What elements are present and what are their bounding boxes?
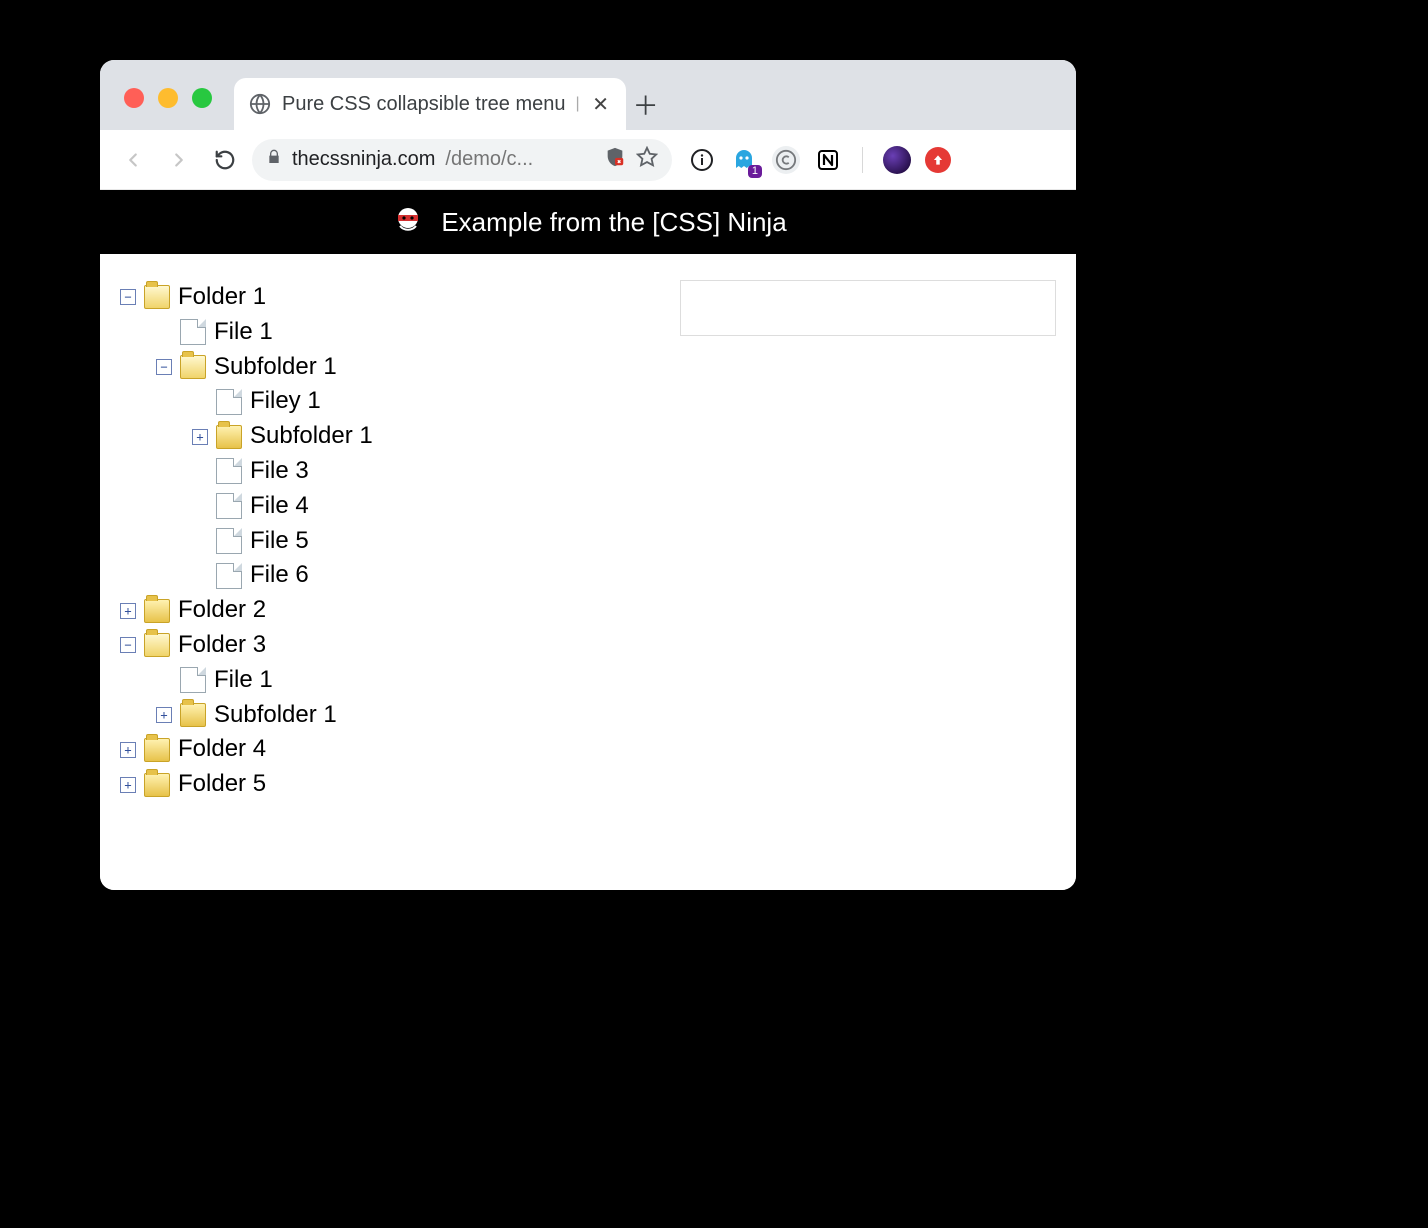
folder-icon xyxy=(144,633,170,657)
tree-folder[interactable]: + Subfolder 1 xyxy=(192,419,373,454)
lock-icon xyxy=(266,149,282,170)
tab-strip: Pure CSS collapsible tree menu | ✕ ＋ xyxy=(100,60,1076,130)
expand-icon[interactable]: + xyxy=(120,603,136,619)
folder-icon xyxy=(180,703,206,727)
folder-icon xyxy=(144,285,170,309)
browser-toolbar: thecssninja.com/demo/c... xyxy=(100,130,1076,190)
tab-divider: | xyxy=(575,95,579,113)
tab-title: Pure CSS collapsible tree menu xyxy=(282,93,565,116)
page-header: Example from the [CSS] Ninja xyxy=(100,190,1076,254)
tree-item-label: File 5 xyxy=(250,524,309,559)
file-icon xyxy=(216,458,242,484)
tree-file[interactable]: File 5 xyxy=(192,524,373,559)
tree-folder[interactable]: + Folder 5 xyxy=(120,767,373,802)
collapse-icon[interactable]: − xyxy=(120,289,136,305)
sidebar-box xyxy=(680,280,1056,336)
globe-icon xyxy=(248,92,272,116)
copyright-extension-icon[interactable] xyxy=(772,146,800,174)
expand-icon[interactable]: + xyxy=(192,429,208,445)
tree-item-label: Folder 2 xyxy=(178,593,266,628)
profile-avatar[interactable] xyxy=(883,146,911,174)
tree-folder[interactable]: + Subfolder 1 xyxy=(156,698,373,733)
tree-item-label: Folder 3 xyxy=(178,628,266,663)
tree-view: −Folder 1File 1−Subfolder 1Filey 1+Subfo… xyxy=(120,280,373,802)
tree-item-label: Folder 4 xyxy=(178,732,266,767)
file-icon xyxy=(216,493,242,519)
page-header-text: Example from the [CSS] Ninja xyxy=(441,207,786,238)
info-icon[interactable] xyxy=(688,146,716,174)
tree-file[interactable]: File 3 xyxy=(192,454,373,489)
tree-item-label: File 6 xyxy=(250,558,309,593)
file-icon xyxy=(180,667,206,693)
toolbar-separator xyxy=(862,147,863,173)
tree-folder[interactable]: − Folder 3 xyxy=(120,628,373,663)
url-host: thecssninja.com xyxy=(292,148,435,171)
tree-item-label: Filey 1 xyxy=(250,384,321,419)
tree-folder[interactable]: − Subfolder 1 xyxy=(156,350,373,385)
browser-tab[interactable]: Pure CSS collapsible tree menu | ✕ xyxy=(234,78,626,130)
maximize-window-button[interactable] xyxy=(192,88,212,108)
collapse-icon[interactable]: − xyxy=(156,359,172,375)
close-tab-button[interactable]: ✕ xyxy=(590,92,612,117)
page-content: −Folder 1File 1−Subfolder 1Filey 1+Subfo… xyxy=(100,254,1076,890)
expand-icon[interactable]: + xyxy=(156,707,172,723)
expand-icon[interactable]: + xyxy=(120,777,136,793)
ninja-icon xyxy=(389,203,427,241)
file-icon xyxy=(180,319,206,345)
extension-icons xyxy=(680,146,951,174)
tree-file[interactable]: File 4 xyxy=(192,489,373,524)
minimize-window-button[interactable] xyxy=(158,88,178,108)
back-button[interactable] xyxy=(114,141,152,179)
address-bar[interactable]: thecssninja.com/demo/c... xyxy=(252,139,672,181)
window-controls xyxy=(114,88,234,130)
close-window-button[interactable] xyxy=(124,88,144,108)
forward-button[interactable] xyxy=(160,141,198,179)
tree-item-label: Folder 5 xyxy=(178,767,266,802)
ghost-extension-icon[interactable] xyxy=(730,146,758,174)
notion-extension-icon[interactable] xyxy=(814,146,842,174)
new-tab-button[interactable]: ＋ xyxy=(626,78,666,130)
url-path: /demo/c... xyxy=(445,148,533,171)
tree-file[interactable]: Filey 1 xyxy=(192,384,373,419)
tree-folder[interactable]: − Folder 1 xyxy=(120,280,373,315)
file-icon xyxy=(216,563,242,589)
tree-item-label: File 1 xyxy=(214,315,273,350)
reload-button[interactable] xyxy=(206,141,244,179)
tree-folder[interactable]: + Folder 2 xyxy=(120,593,373,628)
collapse-icon[interactable]: − xyxy=(120,637,136,653)
tree-file[interactable]: File 6 xyxy=(192,558,373,593)
folder-icon xyxy=(144,738,170,762)
browser-window: Pure CSS collapsible tree menu | ✕ ＋ the… xyxy=(100,60,1076,890)
tree-item-label: File 3 xyxy=(250,454,309,489)
tree-item-label: File 1 xyxy=(214,663,273,698)
tree-item-label: Subfolder 1 xyxy=(214,698,337,733)
folder-icon xyxy=(144,773,170,797)
tree-item-label: Folder 1 xyxy=(178,280,266,315)
folder-icon xyxy=(180,355,206,379)
tree-item-label: Subfolder 1 xyxy=(214,350,337,385)
update-available-icon[interactable] xyxy=(925,147,951,173)
file-icon xyxy=(216,389,242,415)
tree-item-label: Subfolder 1 xyxy=(250,419,373,454)
expand-icon[interactable]: + xyxy=(120,742,136,758)
tree-folder[interactable]: + Folder 4 xyxy=(120,732,373,767)
shield-alert-icon[interactable] xyxy=(604,146,626,174)
tree-file[interactable]: File 1 xyxy=(156,315,373,350)
file-icon xyxy=(216,528,242,554)
tree-file[interactable]: File 1 xyxy=(156,663,373,698)
tree-item-label: File 4 xyxy=(250,489,309,524)
folder-icon xyxy=(216,425,242,449)
folder-icon xyxy=(144,599,170,623)
bookmark-star-icon[interactable] xyxy=(636,146,658,174)
